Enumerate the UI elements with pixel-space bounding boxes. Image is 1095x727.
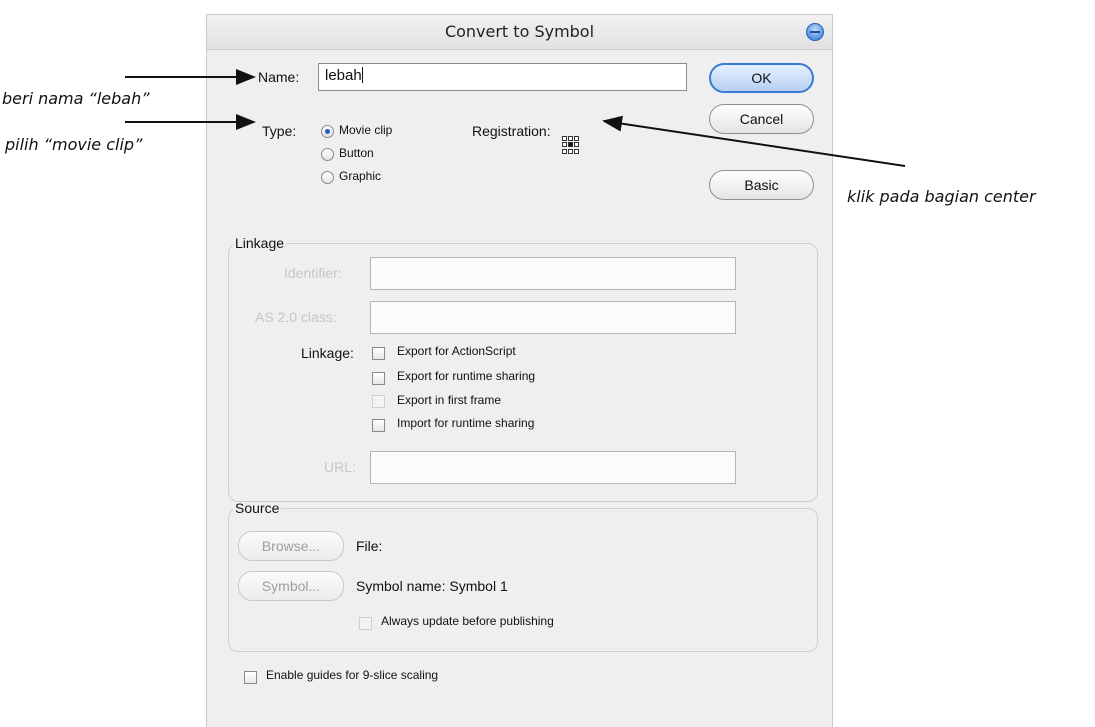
annotation-arrows — [125, 69, 906, 167]
arrow-registration — [602, 115, 906, 167]
